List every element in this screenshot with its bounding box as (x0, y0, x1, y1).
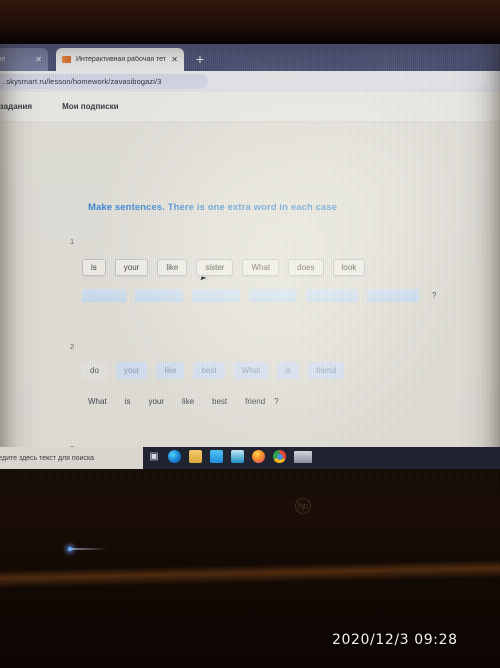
taskbar-search-placeholder: Введите здесь текст для поиска (0, 454, 95, 462)
task-view-icon[interactable]: ▣ (148, 450, 160, 463)
word-chip[interactable]: does (288, 259, 324, 276)
taskbar-icon-group: ▣ (148, 450, 312, 463)
word-chip[interactable]: best (193, 362, 225, 379)
answer-blank[interactable] (306, 289, 358, 302)
answer-blank[interactable] (82, 289, 126, 302)
word-chip[interactable]: friend (308, 362, 345, 379)
chrome-icon[interactable] (273, 450, 286, 463)
workbook-page: Make sentences. There is one extra word … (0, 122, 500, 462)
browser-tab-active[interactable]: Интерактивная рабочая тетрад ✕ (56, 48, 184, 71)
question-mark-2: ? (274, 397, 279, 406)
mail-icon[interactable] (231, 450, 244, 463)
word-chip[interactable]: look (332, 259, 366, 276)
browser-tab-strip: ...адание ✕ Интерактивная рабочая тетрад… (0, 44, 500, 71)
word-chip[interactable]: your (115, 362, 148, 379)
new-tab-button[interactable]: + (193, 52, 207, 67)
microsoft-store-icon[interactable] (210, 450, 223, 463)
word-chip[interactable]: like (157, 259, 188, 276)
edge-icon[interactable] (168, 450, 181, 463)
question-number-1: 1 (70, 237, 75, 246)
site-navigation: ...и задания Мои подписки (0, 92, 500, 122)
question-mark-1: ? (432, 291, 437, 300)
word-chip[interactable]: do (82, 362, 107, 379)
word-chip[interactable]: your (114, 259, 149, 276)
answer-word[interactable]: like (182, 397, 194, 406)
tab-title: Интерактивная рабочая тетрад (76, 56, 166, 63)
address-input[interactable]: ..skysmart.ru/lesson/homework/zavasiboga… (0, 74, 208, 89)
taskbar-search-box[interactable]: Введите здесь текст для поиска (0, 447, 143, 469)
led-light-streak (72, 548, 108, 550)
answer-word[interactable]: best (212, 397, 227, 406)
answer-word[interactable]: is (125, 397, 131, 406)
windows-taskbar: Введите здесь текст для поиска ▣ (0, 447, 500, 469)
laptop-screen: ...адание ✕ Интерактивная рабочая тетрад… (0, 44, 500, 491)
answer-word[interactable]: What (88, 397, 107, 406)
answer-word[interactable]: your (148, 397, 164, 406)
answer-blank[interactable] (249, 289, 297, 302)
word-chip[interactable]: is (82, 259, 106, 276)
close-icon[interactable]: ✕ (171, 55, 178, 64)
nav-item-subscriptions[interactable]: Мои подписки (62, 102, 119, 111)
answer-blank[interactable] (192, 289, 240, 302)
question-number-2: 2 (70, 342, 75, 351)
word-chip[interactable]: like (156, 362, 185, 379)
word-chip[interactable]: is (277, 362, 300, 379)
hp-logo-icon: hp (295, 498, 311, 514)
browser-tab-inactive[interactable]: ...адание ✕ (0, 48, 48, 71)
tab-title: ...адание (0, 56, 6, 63)
app-icon[interactable] (252, 450, 265, 463)
word-bank-row-2: do your like best What is friend (82, 362, 345, 379)
answer-blank[interactable] (367, 289, 419, 302)
browser-url-bar: ..skysmart.ru/lesson/homework/zavasiboga… (0, 71, 500, 92)
word-chip[interactable]: What (233, 362, 269, 379)
answer-row-2: What is your like best friend ? (88, 397, 279, 406)
window-thumbnail-icon[interactable] (294, 450, 312, 463)
word-chip[interactable]: What (242, 259, 280, 276)
answer-blank[interactable] (135, 289, 183, 302)
answer-blanks-row-1: ? (82, 289, 436, 302)
photo-timestamp: 2020/12/3 09:28 (332, 632, 458, 648)
favicon-icon (62, 56, 71, 63)
close-icon[interactable]: ✕ (35, 55, 42, 64)
file-explorer-icon[interactable] (189, 450, 202, 463)
word-chip[interactable]: sister (196, 259, 234, 276)
answer-word[interactable]: friend (245, 397, 265, 406)
photo-background: ...адание ✕ Интерактивная рабочая тетрад… (0, 0, 500, 668)
laptop-top-bezel (0, 0, 500, 44)
nav-item-assignments[interactable]: ...и задания (0, 102, 32, 111)
word-bank-row-1: is your like sister What does look (82, 259, 366, 276)
page-title: Make sentences. There is one extra word … (88, 202, 338, 213)
